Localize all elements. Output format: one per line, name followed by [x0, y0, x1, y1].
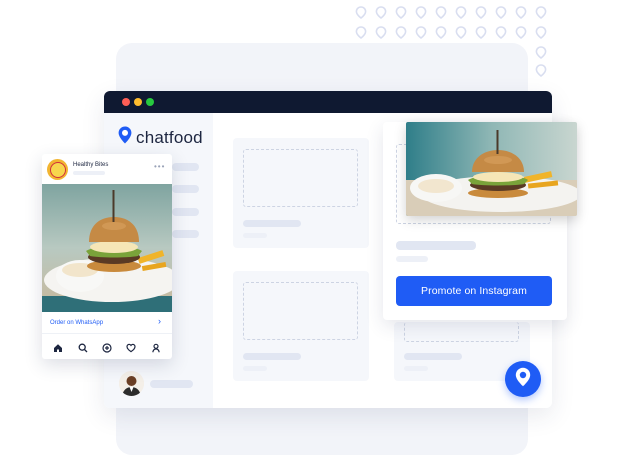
- sidebar-item[interactable]: [172, 185, 199, 193]
- pin-pattern-icon: [415, 6, 427, 19]
- pin-pattern-icon: [495, 6, 507, 19]
- burger-photo: [406, 122, 577, 216]
- brand-name: chatfood: [136, 127, 203, 147]
- text-placeholder: [396, 241, 476, 250]
- post-photo: [42, 184, 172, 312]
- home-icon[interactable]: [52, 342, 64, 354]
- image-placeholder: [243, 149, 358, 207]
- pin-pattern-icon: [355, 6, 367, 19]
- sidebar-item[interactable]: [172, 230, 199, 238]
- chatfood-fab-button[interactable]: [505, 361, 541, 397]
- account-avatar[interactable]: [47, 159, 68, 180]
- more-dots-icon[interactable]: •••: [154, 162, 165, 171]
- pin-pattern-icon: [395, 26, 407, 39]
- pin-pattern-icon: [475, 26, 487, 39]
- pin-pattern-icon: [535, 46, 547, 59]
- pin-pattern-icon: [535, 64, 547, 77]
- pin-pattern-icon: [475, 6, 487, 19]
- pin-pattern-icon: [415, 26, 427, 39]
- minimize-dot-icon[interactable]: [134, 98, 142, 106]
- image-placeholder: [243, 282, 358, 340]
- avatar[interactable]: [119, 371, 144, 396]
- account-logo-icon: [49, 161, 66, 178]
- pin-pattern-icon: [435, 6, 447, 19]
- account-name[interactable]: Healthy Bites: [73, 162, 108, 168]
- cta-label: Order on WhatsApp: [50, 320, 104, 326]
- promote-on-instagram-button[interactable]: Promote on Instagram: [396, 276, 552, 306]
- maximize-dot-icon[interactable]: [146, 98, 154, 106]
- sidebar-item[interactable]: [172, 163, 199, 171]
- pin-pattern-icon: [495, 26, 507, 39]
- chevron-right-icon: ›: [158, 316, 161, 326]
- close-dot-icon[interactable]: [122, 98, 130, 106]
- chatfood-pin-logo-icon: [118, 126, 132, 149]
- pin-pattern-icon: [455, 26, 467, 39]
- bottom-nav: [42, 338, 172, 358]
- pin-pattern-icon: [535, 26, 547, 39]
- search-icon[interactable]: [77, 342, 89, 354]
- chatfood-pin-icon: [515, 367, 531, 392]
- brand-logo[interactable]: chatfood: [118, 126, 203, 149]
- image-placeholder: [404, 322, 519, 342]
- pin-pattern-icon: [375, 6, 387, 19]
- text-placeholder: [73, 171, 105, 175]
- text-placeholder: [404, 353, 462, 360]
- user-name-placeholder: [150, 380, 193, 388]
- text-placeholder: [243, 220, 301, 227]
- text-placeholder: [243, 366, 267, 371]
- pin-pattern-icon: [395, 6, 407, 19]
- instagram-post-preview: Healthy Bites ••• Order on WhatsApp ›: [42, 154, 172, 359]
- heart-icon[interactable]: [125, 342, 137, 354]
- add-icon[interactable]: [101, 342, 113, 354]
- pin-pattern-icon: [515, 26, 527, 39]
- text-placeholder: [243, 233, 267, 238]
- text-placeholder: [243, 353, 301, 360]
- pin-pattern-icon: [515, 6, 527, 19]
- pin-pattern-icon: [355, 26, 367, 39]
- order-on-whatsapp-link[interactable]: Order on WhatsApp ›: [42, 312, 172, 334]
- pin-pattern-icon: [535, 6, 547, 19]
- profile-icon[interactable]: [150, 342, 162, 354]
- pin-pattern-icon: [455, 6, 467, 19]
- text-placeholder: [404, 366, 428, 371]
- browser-titlebar: [104, 91, 552, 113]
- sidebar-item[interactable]: [172, 208, 199, 216]
- pin-pattern-icon: [435, 26, 447, 39]
- pin-pattern-icon: [375, 26, 387, 39]
- text-placeholder: [396, 256, 428, 262]
